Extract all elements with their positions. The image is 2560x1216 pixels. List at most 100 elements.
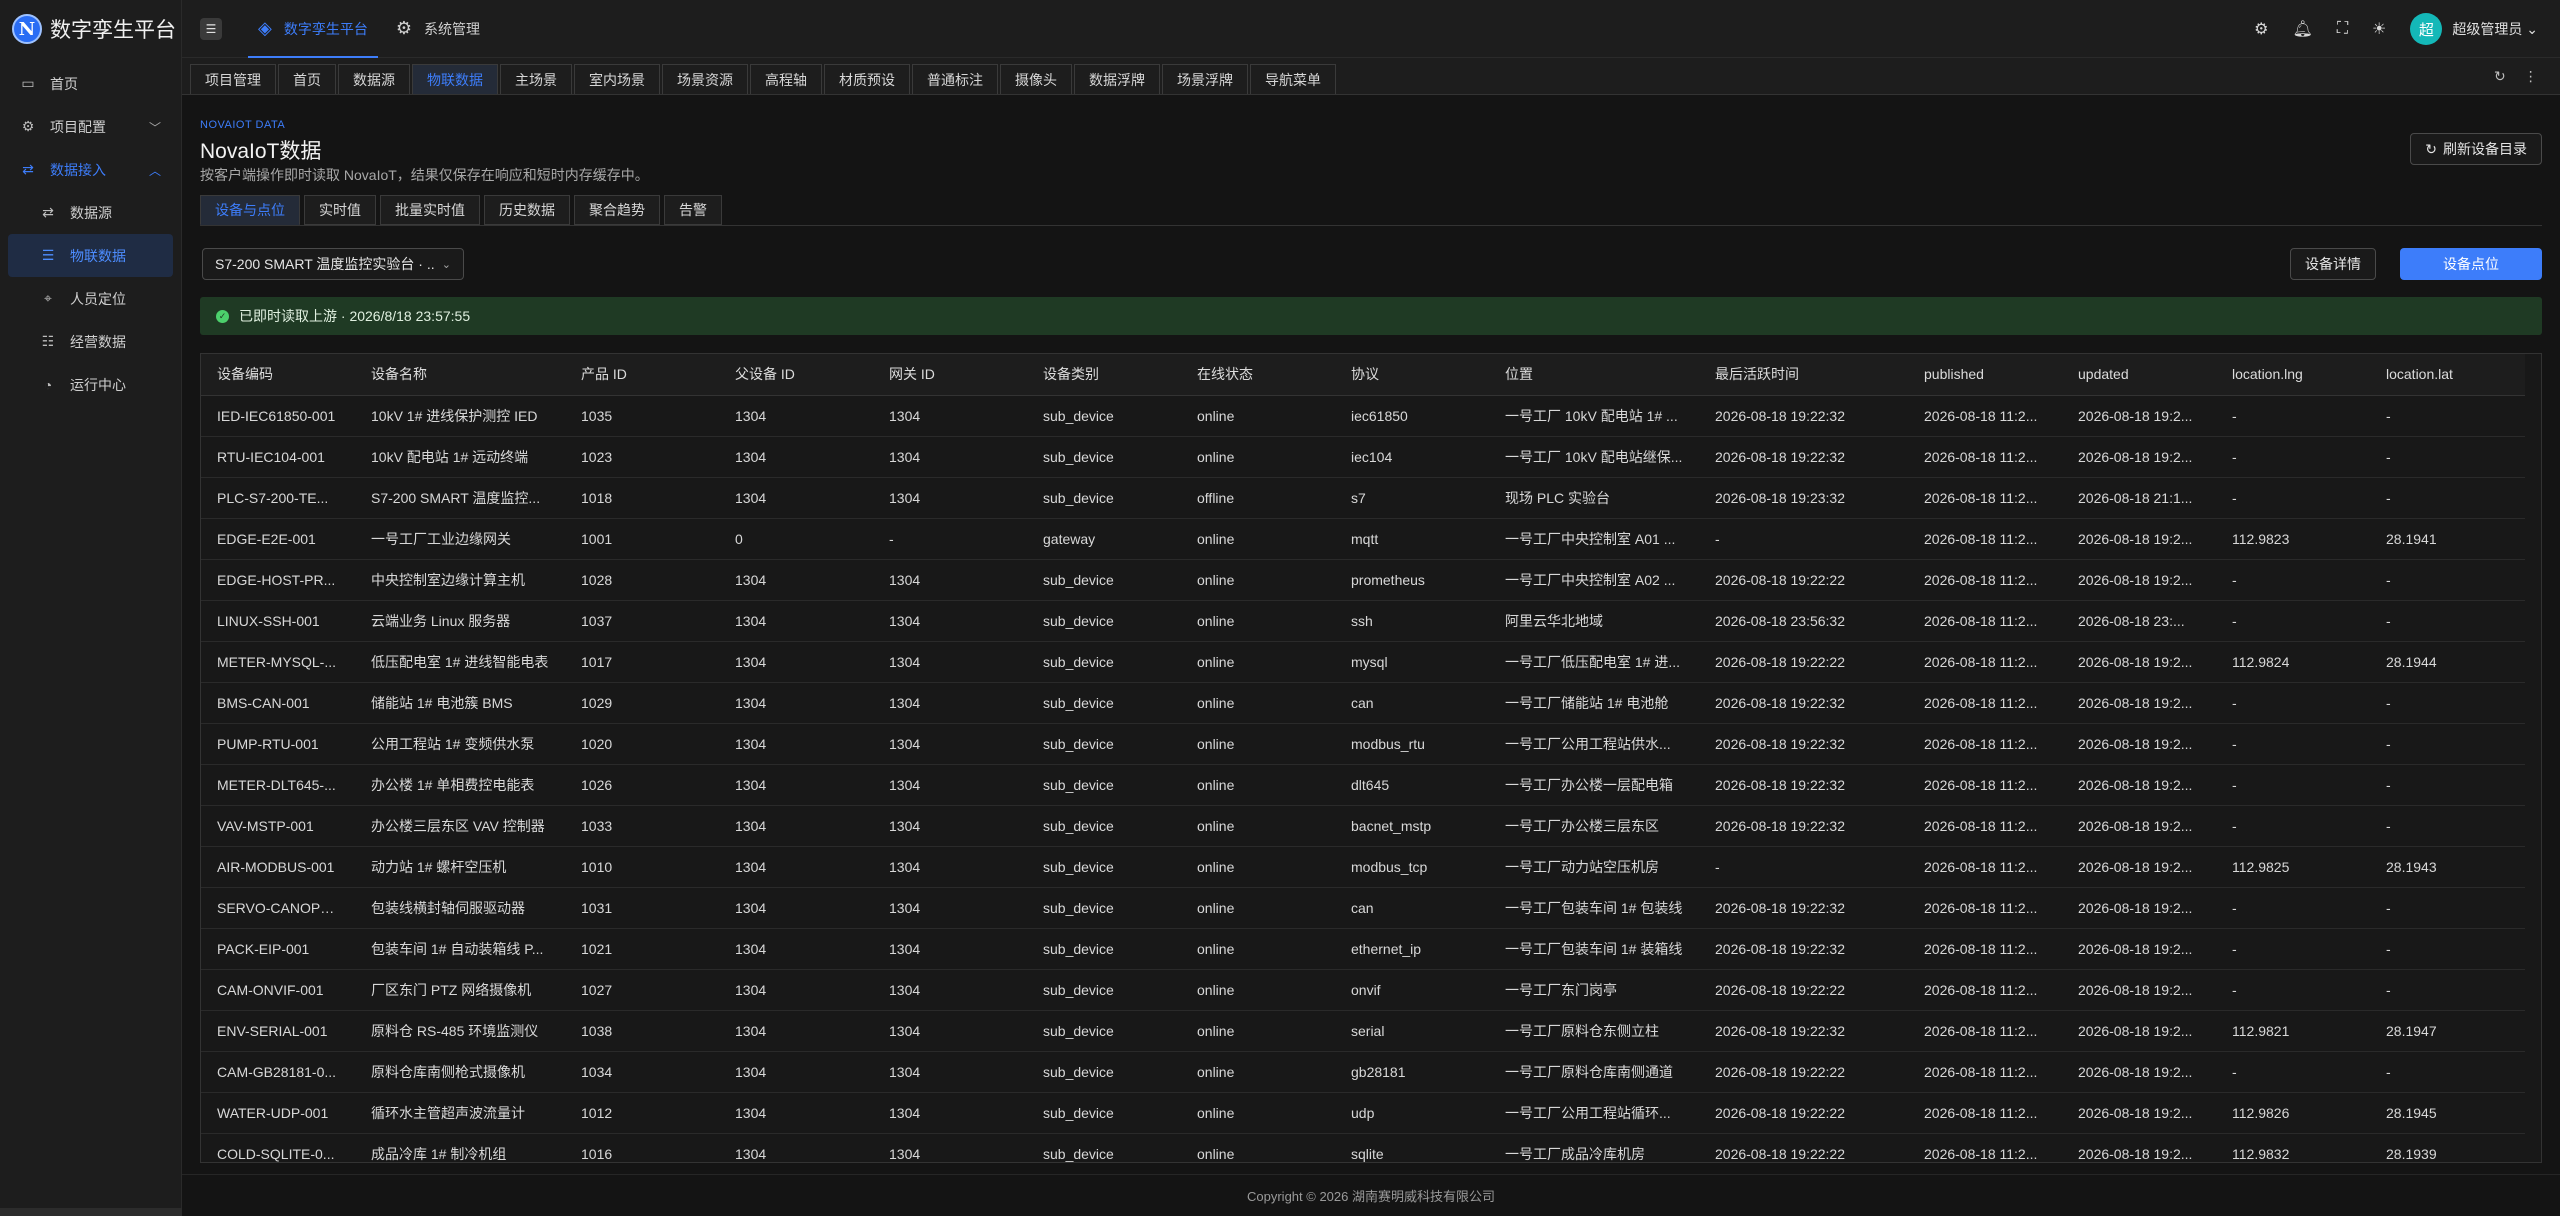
sub-tab-1[interactable]: 实时值 — [304, 195, 376, 225]
table-cell: 原料仓库南侧枪式摄像机 — [355, 1051, 565, 1093]
page-tab-7[interactable]: 高程轴 — [750, 64, 822, 94]
table-row[interactable]: AIR-MODBUS-001 动力站 1# 螺杆空压机 1010 1304 1304 su… — [201, 846, 2525, 888]
table-cell: 一号工厂低压配电室 1# 进... — [1489, 641, 1699, 683]
page-tab-12[interactable]: 场景浮牌 — [1162, 64, 1248, 94]
table-cell: 1304 — [719, 1051, 873, 1093]
table-row[interactable]: WATER-UDP-001 循环水主管超声波流量计 1012 1304 1304 sub_… — [201, 1092, 2525, 1134]
table-row[interactable]: IED-IEC61850-001 10kV 1# 进线保护测控 IED 1035 13… — [201, 395, 2525, 437]
sidebar-item-7[interactable]: ◔ 运行中心 — [0, 363, 181, 406]
table-row[interactable]: PUMP-RTU-001 公用工程站 1# 变频供水泵 1020 1304 1304 su… — [201, 723, 2525, 765]
page-tab-4[interactable]: 主场景 — [500, 64, 572, 94]
table-row[interactable]: METER-DLT645-... 办公楼 1# 单相费控电能表 1026 1304 13… — [201, 764, 2525, 806]
table-row[interactable]: COLD-SQLITE-0... 成品冷库 1# 制冷机组 1016 1304 1304… — [201, 1133, 2525, 1162]
reload-icon[interactable]: ↻ — [2494, 68, 2506, 85]
sub-tab-5[interactable]: 告警 — [664, 195, 722, 225]
device-detail-button[interactable]: 设备详情 — [2290, 248, 2376, 280]
device-table-container[interactable]: 设备编码 设备名称 产品 ID 父设备 ID 网关 ID 设备类别 在线状态 协议 位置 最后活跃… — [200, 353, 2542, 1163]
avatar[interactable]: 超 — [2410, 13, 2443, 45]
column-header[interactable]: published — [1908, 354, 2062, 396]
table-row[interactable]: EDGE-E2E-001 一号工厂工业边缘网关 1001 0- gateway onlin… — [201, 518, 2525, 560]
table-row[interactable]: CAM-ONVIF-001 厂区东门 PTZ 网络摄像机 1027 1304 1304 s… — [201, 969, 2525, 1011]
header-nav-item-1[interactable]: ⚙ 系统管理 — [386, 0, 490, 58]
column-header[interactable]: updated — [2062, 354, 2216, 396]
table-row[interactable]: PLC-S7-200-TE... S7-200 SMART 温度监控... 1018… — [201, 477, 2525, 519]
table-row[interactable]: LINUX-SSH-001 云端业务 Linux 服务器 1037 1304 1304 s… — [201, 600, 2525, 642]
sidebar-item-6[interactable]: ☷ 经营数据 — [0, 320, 181, 363]
table-cell: PACK-EIP-001 — [201, 928, 355, 970]
table-row[interactable]: VAV-MSTP-001 办公楼三层东区 VAV 控制器 1033 1304 1304 s… — [201, 805, 2525, 847]
sidebar-item-2[interactable]: ⇄ 数据接入 ︿ — [0, 148, 181, 191]
table-row[interactable]: SERVO-CANOPE... 包装线横封轴伺服驱动器 1031 1304 1304 su… — [201, 887, 2525, 929]
device-select[interactable]: S7-200 SMART 温度监控实验台 · ... ⌄ — [202, 248, 464, 280]
table-cell: - — [2370, 805, 2525, 847]
page-tab-13[interactable]: 导航菜单 — [1250, 64, 1336, 94]
fullscreen-icon[interactable]: ⛶ — [2337, 20, 2348, 38]
page-tab-3[interactable]: 物联数据 — [412, 64, 498, 94]
table-row[interactable]: CAM-GB28181-0... 原料仓库南侧枪式摄像机 1034 1304 1304 s… — [201, 1051, 2525, 1093]
table-cell: ENV-SERIAL-001 — [201, 1010, 355, 1052]
table-row[interactable]: EDGE-HOST-PR... 中央控制室边缘计算主机 1028 1304 1304 su… — [201, 559, 2525, 601]
column-header[interactable]: 父设备 ID — [719, 354, 873, 396]
table-cell: gateway — [1027, 518, 1181, 560]
column-header[interactable]: 在线状态 — [1181, 354, 1335, 396]
table-row[interactable]: BMS-CAN-001 储能站 1# 电池簇 BMS 1029 1304 1304 sub… — [201, 682, 2525, 724]
column-header[interactable]: 设备名称 — [355, 354, 565, 396]
column-header[interactable]: 设备类别 — [1027, 354, 1181, 396]
header-nav-item-0[interactable]: ◈ 数字孪生平台 — [248, 0, 378, 58]
page-tab-0[interactable]: 项目管理 — [190, 64, 276, 94]
sidebar-item-1[interactable]: ⚙ 项目配置 ﹀ — [0, 105, 181, 148]
table-cell: gb28181 — [1335, 1051, 1489, 1093]
sidebar-item-4[interactable]: ☰ 物联数据 — [8, 234, 173, 277]
bell-icon[interactable]: 🔔︎ — [2293, 19, 2313, 39]
column-header[interactable]: 协议 — [1335, 354, 1489, 396]
table-cell: can — [1335, 682, 1489, 724]
theme-sun-icon[interactable]: ☀ — [2372, 19, 2386, 39]
refresh-catalog-button[interactable]: ↻ 刷新设备目录 — [2410, 133, 2542, 165]
table-row[interactable]: RTU-IEC104-001 10kV 配电站 1# 远动终端 1023 1304 13… — [201, 436, 2525, 478]
table-cell: online — [1181, 805, 1335, 847]
table-cell: 112.9826 — [2216, 1092, 2370, 1134]
sidebar-item-5[interactable]: ⌖ 人员定位 — [0, 277, 181, 320]
table-cell: 2026-08-18 19:2... — [2062, 969, 2216, 1011]
table-cell: - — [2370, 682, 2525, 724]
settings-icon[interactable]: ⚙ — [2254, 19, 2268, 39]
column-header[interactable]: 产品 ID — [565, 354, 719, 396]
column-header[interactable]: 位置 — [1489, 354, 1699, 396]
collapse-sidebar-button[interactable]: ☰ — [200, 17, 222, 40]
table-row[interactable]: ENV-SERIAL-001 原料仓 RS-485 环境监测仪 1038 1304 13… — [201, 1010, 2525, 1052]
table-cell: 一号工厂动力站空压机房 — [1489, 846, 1699, 888]
page-tab-8[interactable]: 材质预设 — [824, 64, 910, 94]
column-header[interactable]: location.lng — [2216, 354, 2370, 396]
table-cell: 2026-08-18 11:2... — [1908, 1133, 2062, 1162]
column-header[interactable]: 最后活跃时间 — [1699, 354, 1908, 396]
page-tab-5[interactable]: 室内场景 — [574, 64, 660, 94]
page-tab-6[interactable]: 场景资源 — [662, 64, 748, 94]
sub-tab-2[interactable]: 批量实时值 — [380, 195, 480, 225]
table-cell: 28.1944 — [2370, 641, 2525, 683]
user-menu[interactable]: 超级管理员 ⌄ — [2452, 19, 2538, 39]
column-header[interactable]: 设备编码 — [201, 354, 355, 396]
sidebar-item-3[interactable]: ⇄ 数据源 — [0, 191, 181, 234]
page-tab-1[interactable]: 首页 — [278, 64, 336, 94]
sidebar-item-0[interactable]: ▭ 首页 — [0, 62, 181, 105]
more-icon[interactable]: ⋮ — [2524, 68, 2538, 85]
page-tab-11[interactable]: 数据浮牌 — [1074, 64, 1160, 94]
table-cell: 中央控制室边缘计算主机 — [355, 559, 565, 601]
table-cell: modbus_rtu — [1335, 723, 1489, 765]
header-toolbar: ⚙ 🔔︎ ⛶ ☀ 超 超级管理员 ⌄ — [2254, 0, 2538, 58]
sub-tab-0[interactable]: 设备与点位 — [200, 195, 300, 225]
device-points-button[interactable]: 设备点位 — [2400, 248, 2542, 280]
table-cell: can — [1335, 887, 1489, 929]
column-header[interactable]: location.lat — [2370, 354, 2525, 396]
table-cell: sub_device — [1027, 805, 1181, 847]
page-tab-10[interactable]: 摄像头 — [1000, 64, 1072, 94]
table-cell: VAV-MSTP-001 — [201, 805, 355, 847]
sub-tab-4[interactable]: 聚合趋势 — [574, 195, 660, 225]
column-header[interactable]: 网关 ID — [873, 354, 1027, 396]
page-tab-9[interactable]: 普通标注 — [912, 64, 998, 94]
sub-tab-3[interactable]: 历史数据 — [484, 195, 570, 225]
table-row[interactable]: METER-MYSQL-... 低压配电室 1# 进线智能电表 1017 1304 13… — [201, 641, 2525, 683]
logo[interactable]: N 数字孪生平台 — [0, 0, 181, 58]
table-row[interactable]: PACK-EIP-001 包装车间 1# 自动装箱线 P... 1021 1304 13… — [201, 928, 2525, 970]
page-tab-2[interactable]: 数据源 — [338, 64, 410, 94]
